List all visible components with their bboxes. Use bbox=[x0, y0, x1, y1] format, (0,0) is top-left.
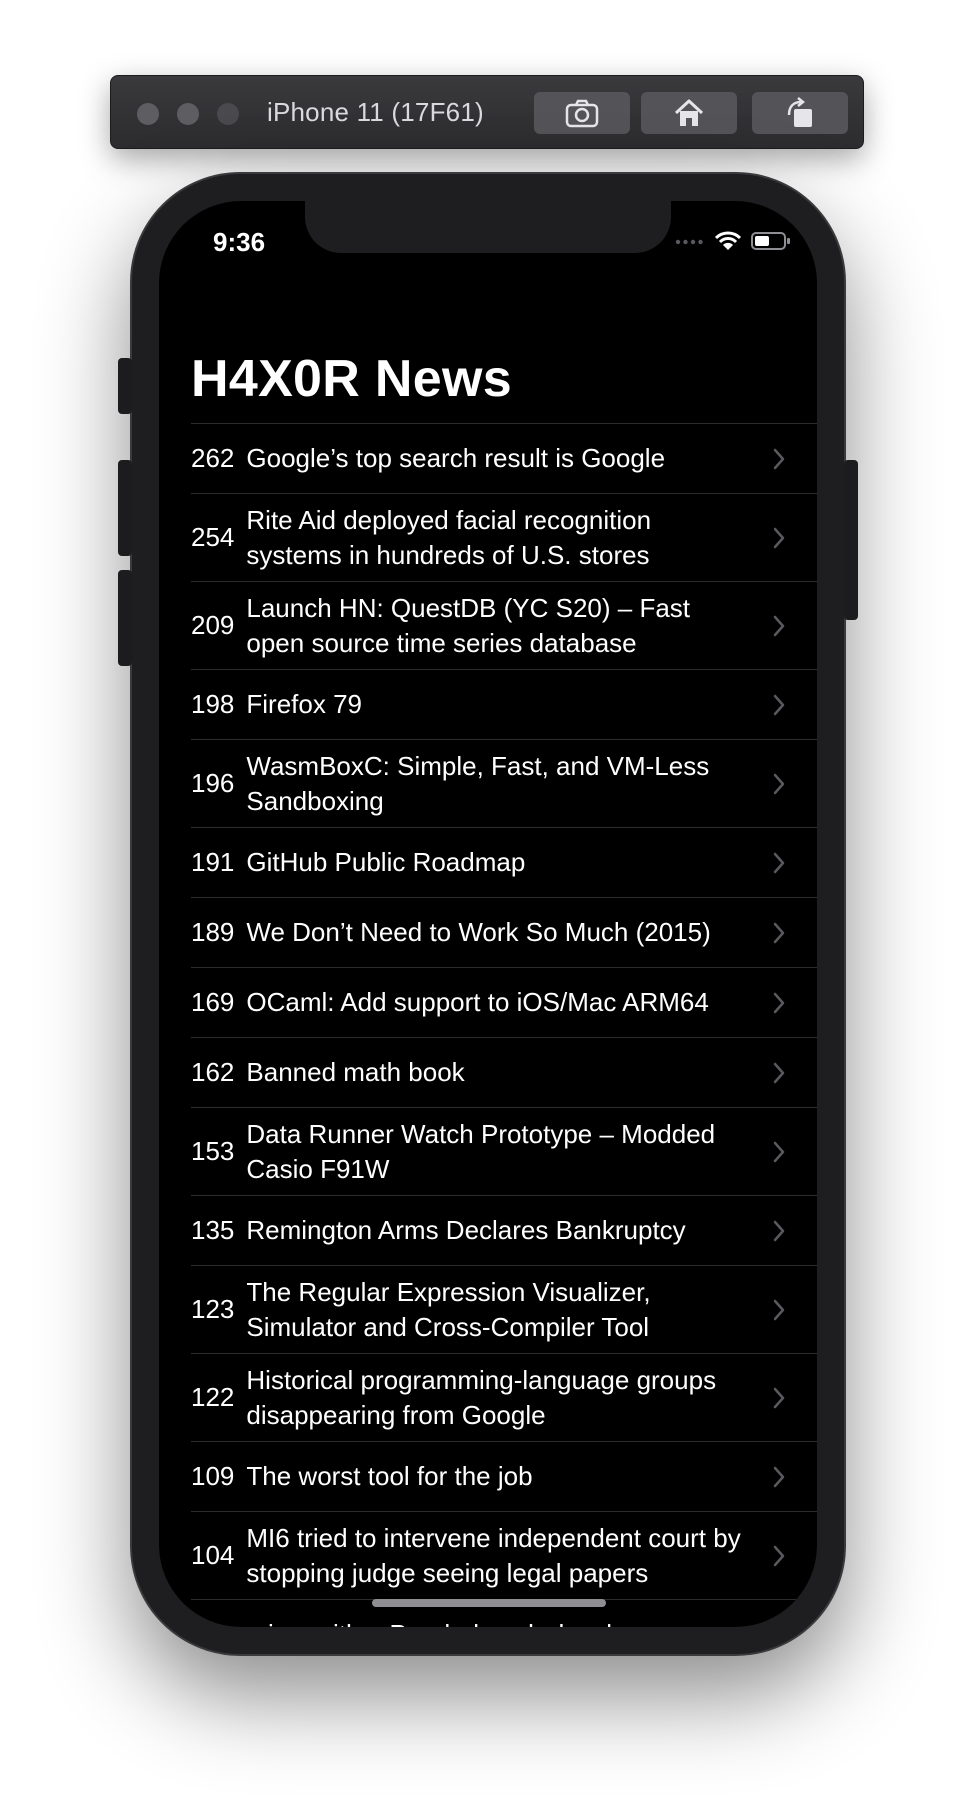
rotate-button[interactable] bbox=[752, 92, 848, 134]
list-item[interactable]: 162 Banned math book bbox=[191, 1037, 817, 1107]
battery-icon bbox=[751, 232, 790, 250]
chevron-right-icon bbox=[773, 1545, 785, 1566]
list-item[interactable]: 209 Launch HN: QuestDB (YC S20) – Fast op… bbox=[191, 581, 817, 669]
story-points: 109 bbox=[191, 1461, 235, 1491]
list-item[interactable]: 123 The Regular Expression Visualizer, Si… bbox=[191, 1265, 817, 1353]
story-points: 254 bbox=[191, 522, 235, 552]
list-item[interactable]: 135 Remington Arms Declares Bankruptcy bbox=[191, 1195, 817, 1265]
close-window-button[interactable] bbox=[137, 103, 159, 125]
wifi-icon bbox=[715, 231, 741, 250]
home-indicator[interactable] bbox=[372, 1599, 606, 1607]
page-title: H4X0R News bbox=[191, 350, 512, 408]
story-points: 122 bbox=[191, 1382, 235, 1412]
list-item[interactable]: 254 Rite Aid deployed facial recognition … bbox=[191, 493, 817, 581]
story-points: 189 bbox=[191, 917, 235, 947]
chevron-right-icon bbox=[773, 527, 785, 548]
power-button bbox=[844, 460, 858, 620]
story-points: 104 bbox=[191, 1540, 235, 1570]
story-title: Google’s top search result is Google bbox=[246, 443, 666, 473]
chevron-right-icon bbox=[773, 448, 785, 469]
volume-up-button bbox=[118, 460, 132, 556]
list-item[interactable]: 262 Google’s top search result is Google bbox=[191, 423, 817, 493]
list-item[interactable]: 198 Firefox 79 bbox=[191, 669, 817, 739]
story-title: Rite Aid deployed facial recognition sys… bbox=[246, 504, 652, 570]
cellular-icon bbox=[675, 239, 703, 245]
chevron-right-icon bbox=[773, 773, 785, 794]
status-icons bbox=[675, 231, 791, 251]
rotate-icon bbox=[787, 97, 812, 127]
story-title: GitHub Public Roadmap bbox=[246, 847, 526, 877]
list-item[interactable]: 196 WasmBoxC: Simple, Fast, and VM-Less S… bbox=[191, 739, 817, 827]
story-points: 209 bbox=[191, 610, 235, 640]
story-title: The Regular Expression Visualizer, Simul… bbox=[246, 1276, 651, 1342]
story-title: Data Runner Watch Prototype – Modded Cas… bbox=[246, 1118, 716, 1184]
story-title: We Don’t Need to Work So Much (2015) bbox=[246, 917, 711, 947]
story-points: 153 bbox=[191, 1136, 235, 1166]
chevron-right-icon bbox=[773, 615, 785, 636]
story-list: 262 Google’s top search result is Google 2… bbox=[191, 423, 817, 1627]
chevron-right-icon bbox=[773, 1466, 785, 1487]
story-title: Remington Arms Declares Bankruptcy bbox=[246, 1215, 686, 1245]
list-item[interactable]: 109 The worst tool for the job bbox=[191, 1441, 817, 1511]
chevron-right-icon bbox=[773, 1220, 785, 1241]
chevron-right-icon bbox=[773, 1299, 785, 1320]
chevron-right-icon bbox=[773, 1062, 785, 1083]
list-item[interactable]: 153 Data Runner Watch Prototype – Modded … bbox=[191, 1107, 817, 1195]
camera-icon bbox=[565, 99, 599, 128]
story-title: WasmBoxC: Simple, Fast, and VM-Less Sand… bbox=[246, 750, 710, 816]
list-item[interactable]: 104 MI6 tried to intervene independent co… bbox=[191, 1511, 817, 1599]
story-points: 162 bbox=[191, 1057, 235, 1087]
chevron-right-icon bbox=[773, 992, 785, 1013]
story-title: Launch HN: QuestDB (YC S20) – Fast open … bbox=[246, 592, 691, 658]
chevron-right-icon bbox=[773, 694, 785, 715]
home-button[interactable] bbox=[641, 92, 737, 134]
minimize-window-button[interactable] bbox=[177, 103, 199, 125]
phone-screen: 9:36 H4X0R News 262 Google’s top search r… bbox=[159, 201, 817, 1627]
chevron-right-icon bbox=[773, 1387, 785, 1408]
status-time: 9:36 bbox=[213, 227, 266, 257]
list-item[interactable]: 122 Historical programming-language group… bbox=[191, 1353, 817, 1441]
chevron-right-icon bbox=[773, 1624, 779, 1627]
zoom-window-button[interactable] bbox=[217, 103, 239, 125]
story-title: Interview with a Pornhub web developer bbox=[203, 1617, 664, 1627]
volume-down-button bbox=[118, 570, 132, 666]
simulator-toolbar: iPhone 11 (17F61) bbox=[110, 75, 864, 149]
list-item[interactable]: 169 OCaml: Add support to iOS/Mac ARM64 bbox=[191, 967, 817, 1037]
list-item[interactable]: 191 GitHub Public Roadmap bbox=[191, 827, 817, 897]
story-title: Firefox 79 bbox=[246, 689, 362, 719]
chevron-right-icon bbox=[773, 852, 785, 873]
device-title: iPhone 11 (17F61) bbox=[267, 97, 484, 127]
story-points: 135 bbox=[191, 1215, 235, 1245]
story-points: 196 bbox=[191, 768, 235, 798]
story-points: 191 bbox=[191, 847, 235, 877]
story-title: OCaml: Add support to iOS/Mac ARM64 bbox=[246, 987, 709, 1017]
chevron-right-icon bbox=[773, 1141, 785, 1162]
story-title: Banned math book bbox=[246, 1057, 465, 1087]
mute-switch bbox=[118, 358, 132, 414]
list-item[interactable]: 189 We Don’t Need to Work So Much (2015) bbox=[191, 897, 817, 967]
story-title: The worst tool for the job bbox=[246, 1461, 533, 1491]
story-points: 198 bbox=[191, 689, 235, 719]
story-title: MI6 tried to intervene independent court… bbox=[246, 1522, 741, 1588]
story-points: 123 bbox=[191, 1294, 235, 1324]
story-title: Historical programming-language groups d… bbox=[246, 1364, 717, 1430]
screenshot-button[interactable] bbox=[534, 92, 630, 134]
notch bbox=[305, 201, 671, 253]
chevron-right-icon bbox=[773, 922, 785, 943]
story-points: 262 bbox=[191, 443, 235, 473]
story-points: 169 bbox=[191, 987, 235, 1017]
home-icon bbox=[674, 99, 704, 126]
